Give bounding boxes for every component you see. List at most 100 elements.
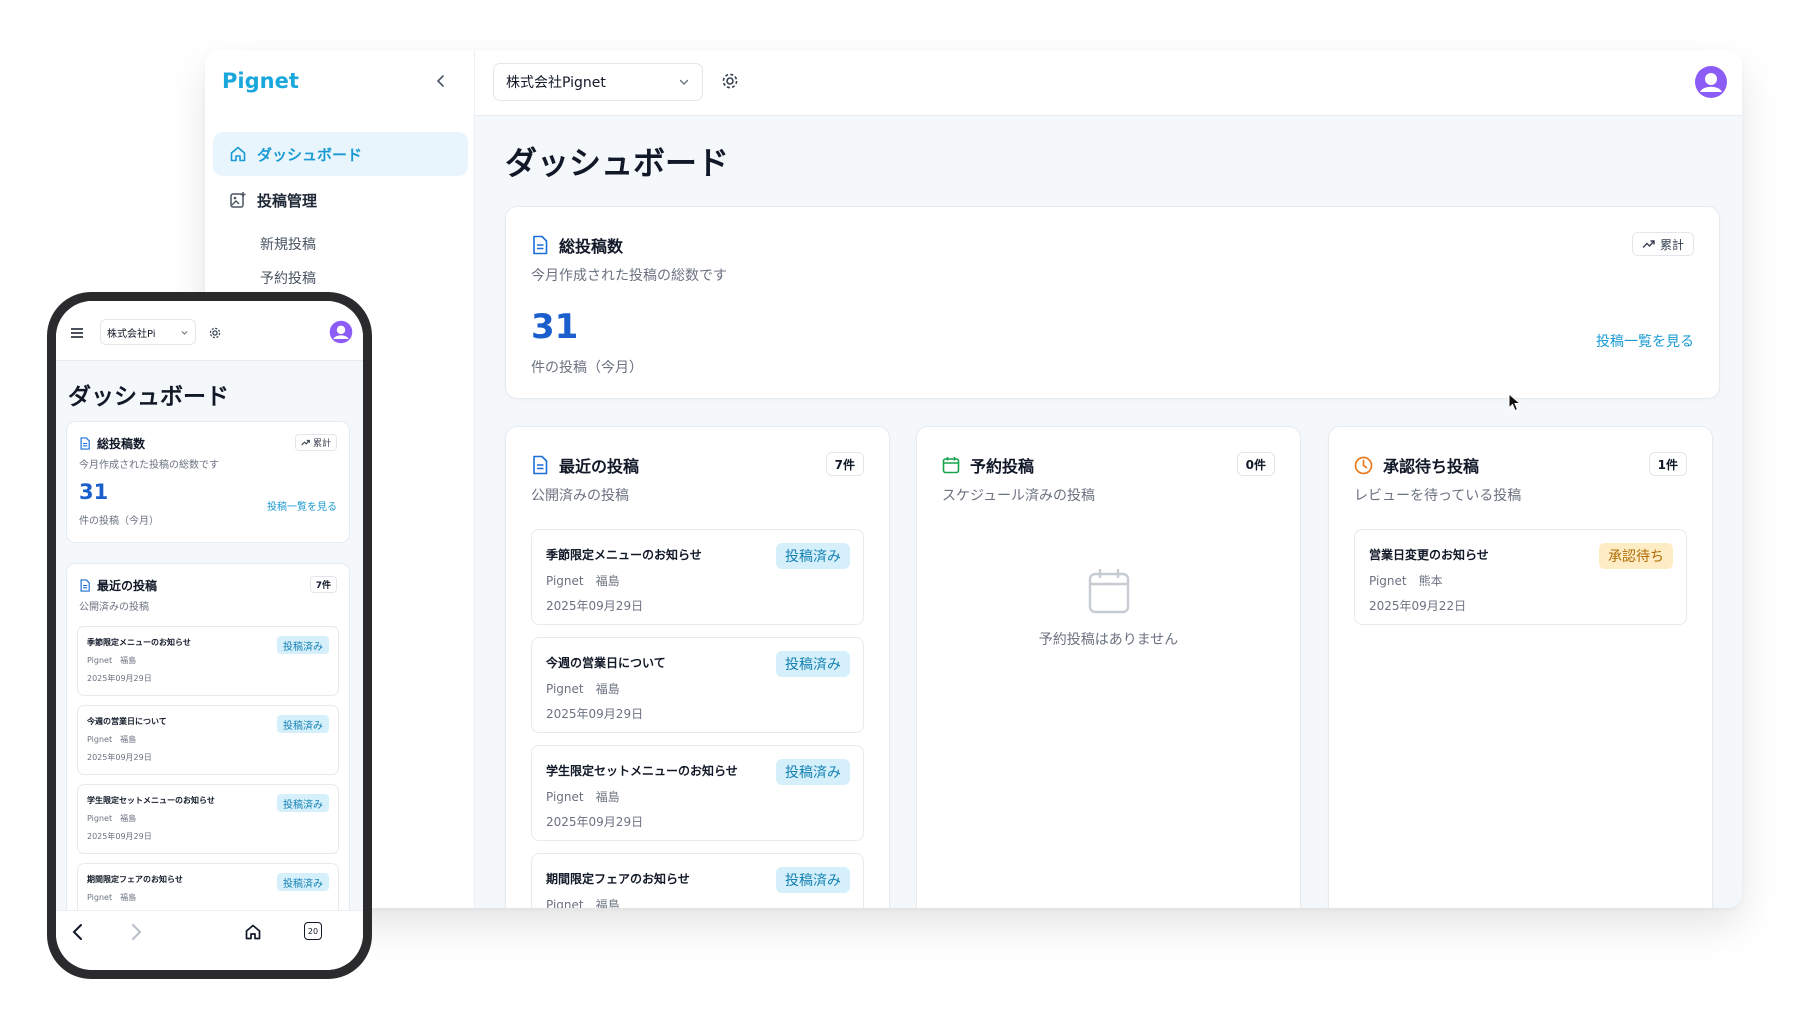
- count-badge: 0件: [1236, 452, 1275, 476]
- badge-label: 累計: [312, 439, 331, 449]
- app-logo[interactable]: Pignet: [222, 69, 299, 93]
- total-posts-value: 31: [79, 480, 109, 504]
- card-subtitle: 今月作成された投稿の総数です: [79, 460, 219, 471]
- post-date: 2025年09月29日: [546, 599, 644, 613]
- sidebar-collapse-button[interactable]: [428, 68, 454, 94]
- status-badge: 投稿済み: [277, 715, 329, 733]
- calendar-icon: [942, 457, 960, 474]
- post-item[interactable]: 季節限定メニューのお知らせ Pignet 福島 2025年09月29日 投稿済み: [77, 626, 339, 696]
- view-all-posts-link[interactable]: 投稿一覧を見る: [267, 498, 337, 513]
- status-badge: 投稿済み: [277, 794, 329, 812]
- clock-icon: [1354, 456, 1373, 474]
- mobile-company-select[interactable]: 株式会社Pi: [100, 319, 196, 345]
- mobile-total-posts-card: 総投稿数 今月作成された投稿の総数です 累計 31 件の投稿（今月） 投稿一覧を…: [66, 421, 350, 543]
- post-item[interactable]: 学生限定セットメニューのお知らせ Pignet 福島 2025年09月29日 投…: [77, 784, 339, 854]
- empty-state-text: 予約投稿はありません: [1038, 632, 1179, 648]
- mobile-browser-bar: 20: [56, 910, 363, 970]
- chevron-down-icon: [679, 79, 689, 85]
- post-title: 季節限定メニューのお知らせ: [87, 638, 191, 647]
- sidebar-subitem-scheduled[interactable]: 予約投稿: [260, 268, 316, 288]
- sidebar-subitem-new-post[interactable]: 新規投稿: [260, 234, 316, 254]
- card-title: 予約投稿: [970, 457, 1035, 476]
- post-item[interactable]: 今週の営業日について Pignet 福島 2025年09月29日 投稿済み: [531, 637, 864, 733]
- sidebar-item-label: ダッシュボード: [257, 145, 363, 164]
- total-posts-value: 31: [531, 307, 579, 347]
- post-date: 2025年09月29日: [87, 832, 152, 841]
- post-date: 2025年09月29日: [546, 707, 644, 721]
- card-subtitle: 今月作成された投稿の総数です: [531, 268, 727, 284]
- home-icon: [245, 924, 261, 940]
- top-bar: 株式会社Pignet: [475, 50, 1742, 116]
- post-title: 期間限定フェアのお知らせ: [546, 872, 690, 886]
- total-posts-unit: 件の投稿（今月）: [531, 360, 643, 376]
- post-author: Pignet 福島: [546, 682, 620, 696]
- post-title: 期間限定フェアのお知らせ: [87, 875, 183, 884]
- gear-icon: [209, 327, 221, 339]
- post-author: Pignet 福島: [546, 574, 620, 588]
- sidebar-item-posts[interactable]: 投稿管理: [213, 178, 468, 222]
- user-avatar[interactable]: [1694, 65, 1728, 103]
- company-select[interactable]: 株式会社Pignet: [493, 63, 703, 101]
- view-all-posts-link[interactable]: 投稿一覧を見る: [1596, 331, 1694, 351]
- mobile-top-bar: 株式会社Pi: [56, 301, 363, 361]
- card-title: 総投稿数: [559, 237, 624, 256]
- gear-icon: [722, 73, 738, 89]
- card-subtitle: スケジュール済みの投稿: [942, 488, 1096, 504]
- document-icon: [80, 579, 90, 592]
- chevron-left-icon: [72, 924, 82, 940]
- image-edit-icon: [230, 192, 246, 208]
- card-header: 総投稿数: [79, 435, 145, 452]
- card-subtitle: 公開済みの投稿: [79, 602, 149, 613]
- cumulative-badge: 累計: [1631, 232, 1694, 256]
- post-title: 今週の営業日について: [546, 656, 666, 670]
- count-badge: 1件: [1648, 452, 1687, 476]
- card-title: 最近の投稿: [97, 579, 158, 593]
- card-title: 承認待ち投稿: [1383, 457, 1480, 476]
- post-title: 季節限定メニューのお知らせ: [546, 548, 702, 562]
- hamburger-icon: [71, 328, 83, 338]
- post-author: Pignet 福島: [87, 656, 137, 665]
- company-select-value: 株式会社Pignet: [506, 75, 606, 91]
- avatar-icon: [329, 320, 353, 344]
- browser-back-button[interactable]: [70, 923, 86, 945]
- mobile-settings-button[interactable]: [208, 325, 222, 344]
- card-subtitle: レビューを待っている投稿: [1354, 488, 1522, 504]
- card-header: 承認待ち投稿: [1354, 453, 1479, 477]
- post-author: Pignet 福島: [87, 814, 137, 823]
- status-badge: 投稿済み: [776, 543, 850, 569]
- trending-up-icon: [1642, 240, 1655, 248]
- post-title: 営業日変更のお知らせ: [1369, 548, 1489, 562]
- status-badge: 投稿済み: [776, 651, 850, 677]
- empty-state: 予約投稿はありません: [917, 567, 1300, 649]
- sidebar-item-dashboard[interactable]: ダッシュボード: [213, 132, 468, 176]
- status-badge: 承認待ち: [1599, 543, 1673, 569]
- pending-posts-card: 承認待ち投稿 レビューを待っている投稿 1件 営業日変更のお知らせ Pignet…: [1328, 426, 1713, 908]
- post-item[interactable]: 今週の営業日について Pignet 福島 2025年09月29日 投稿済み: [77, 705, 339, 775]
- card-header: 最近の投稿: [79, 577, 157, 594]
- post-item[interactable]: 営業日変更のお知らせ Pignet 熊本 2025年09月22日 承認待ち: [1354, 529, 1687, 625]
- post-title: 学生限定セットメニューのお知らせ: [546, 764, 738, 778]
- card-header: 最近の投稿: [531, 453, 639, 477]
- mobile-user-avatar[interactable]: [329, 320, 353, 348]
- browser-home-button[interactable]: [244, 923, 262, 945]
- card-subtitle: 公開済みの投稿: [531, 488, 629, 504]
- total-posts-unit: 件の投稿（今月）: [79, 516, 159, 527]
- post-item[interactable]: 期間限定フェアのお知らせ Pignet 福島 投稿済み: [531, 853, 864, 908]
- chevron-right-icon: [132, 924, 142, 940]
- trending-up-icon: [301, 439, 310, 446]
- mobile-screen: 株式会社Pi ダッシュボード 総投稿数 今月作成された投稿の総数です 累計 31…: [56, 301, 363, 970]
- post-author: Pignet 福島: [87, 893, 137, 902]
- mobile-page-title: ダッシュボード: [68, 384, 229, 410]
- card-title: 最近の投稿: [559, 457, 640, 476]
- chevron-down-icon: [181, 330, 188, 335]
- post-item[interactable]: 学生限定セットメニューのお知らせ Pignet 福島 2025年09月29日 投…: [531, 745, 864, 841]
- document-icon: [533, 455, 548, 475]
- calendar-icon: [1088, 569, 1129, 614]
- browser-tabs-button[interactable]: 20: [304, 922, 322, 940]
- mobile-menu-button[interactable]: [70, 324, 84, 343]
- count-badge: 7件: [309, 576, 337, 593]
- browser-forward-button[interactable]: [128, 923, 144, 945]
- settings-button[interactable]: [720, 71, 740, 95]
- post-item[interactable]: 季節限定メニューのお知らせ Pignet 福島 2025年09月29日 投稿済み: [531, 529, 864, 625]
- company-select-value: 株式会社Pi: [107, 328, 156, 340]
